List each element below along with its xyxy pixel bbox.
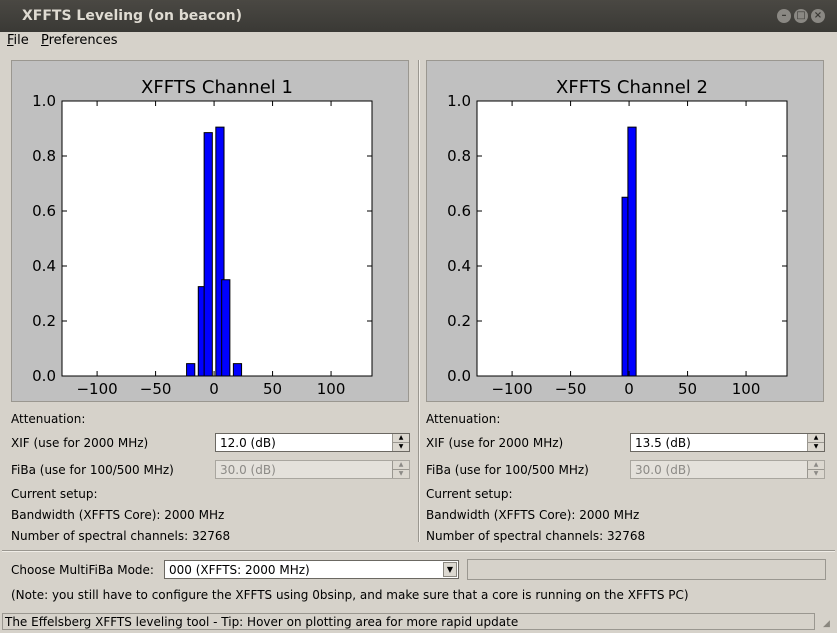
fiba-label: FiBa (use for 100/500 MHz)	[11, 463, 174, 477]
x-tick-label: 100	[317, 380, 346, 398]
x-tick-label: 0	[624, 380, 634, 398]
fiba-spinbox: 30.0 (dB) ▲ ▼	[215, 460, 410, 479]
bar	[203, 132, 213, 377]
window-controls: – □ ×	[777, 9, 825, 23]
x-tick-label: 100	[732, 380, 761, 398]
chart-title: XFFTS Channel 1	[141, 77, 293, 98]
multifiba-mode-select[interactable]: 000 (XFFTS: 2000 MHz) ▼	[164, 560, 459, 579]
bar	[186, 363, 196, 377]
fiba-label: FiBa (use for 100/500 MHz)	[426, 463, 589, 477]
menu-file[interactable]: File	[7, 33, 29, 48]
chevron-down-icon[interactable]: ▼	[443, 562, 457, 577]
xif-value: 12.0 (dB)	[220, 436, 276, 450]
step-up-icon: ▲	[808, 461, 824, 470]
y-tick-label: 0.4	[32, 257, 56, 275]
menu-preferences-rest: references	[48, 33, 118, 48]
x-tick-label: −100	[76, 380, 117, 398]
y-tick-label: 0.4	[447, 257, 471, 275]
fiba-value: 30.0 (dB)	[635, 463, 691, 477]
y-tick-label: 0.0	[32, 367, 56, 385]
y-tick-label: 1.0	[447, 92, 471, 110]
y-tick-label: 0.8	[447, 147, 471, 165]
setup-label: Current setup:	[426, 487, 513, 501]
y-tick-label: 1.0	[32, 92, 56, 110]
mode-label: Choose MultiFiBa Mode:	[11, 563, 154, 577]
menu-preferences[interactable]: Preferences	[41, 33, 117, 48]
xif-spinbox[interactable]: 12.0 (dB) ▲ ▼	[215, 433, 410, 452]
setup-label: Current setup:	[11, 487, 98, 501]
channel-1-panel: XFFTS Channel 1 −100 −50 0 50 100 0.0 0.2 0.4 0.6…	[11, 55, 411, 543]
x-tick-label: −100	[491, 380, 532, 398]
fiba-spinbox: 30.0 (dB) ▲ ▼	[630, 460, 825, 479]
attenuation-label: Attenuation:	[426, 412, 501, 426]
step-down-icon: ▼	[813, 470, 819, 477]
xif-label: XIF (use for 2000 MHz)	[426, 436, 564, 450]
status-text: The Effelsberg XFFTS leveling tool - Tip…	[5, 615, 519, 629]
x-tick-label: −50	[140, 380, 172, 398]
close-icon[interactable]: ×	[811, 9, 825, 23]
fiba-stepper: ▲ ▼	[807, 461, 824, 478]
config-note: (Note: you still have to configure the X…	[11, 588, 689, 602]
fiba-stepper: ▲ ▼	[392, 461, 409, 478]
spectral-channels-text: Number of spectral channels: 32768	[426, 529, 646, 543]
x-tick-label: 50	[263, 380, 282, 398]
mode-selected-value: 000 (XFFTS: 2000 MHz)	[169, 563, 310, 577]
y-tick-label: 0.0	[447, 367, 471, 385]
menu-bar: File Preferences	[0, 32, 837, 50]
x-tick-label: 50	[678, 380, 697, 398]
channel-2-chart: XFFTS Channel 2 −100 −50 0 50 100 0.0 0.2 0.4 0.6…	[447, 77, 788, 398]
channel-2-plot[interactable]: XFFTS Channel 2 −100 −50 0 50 100 0.0 0.2 0.4 0.6…	[426, 60, 824, 402]
mode-info-box	[467, 559, 826, 580]
channel-1-plot[interactable]: XFFTS Channel 1 −100 −50 0 50 100 0.0 0.2 0.4 0.6…	[11, 60, 409, 402]
x-tick-label: −50	[555, 380, 587, 398]
window-title: XFFTS Leveling (on beacon)	[22, 8, 243, 24]
status-bar: The Effelsberg XFFTS leveling tool - Tip…	[2, 613, 815, 630]
section-divider	[2, 550, 835, 552]
title-bar: XFFTS Leveling (on beacon) – □ ×	[0, 0, 837, 32]
step-up-icon: ▲	[393, 461, 409, 470]
chart-title: XFFTS Channel 2	[556, 77, 708, 98]
step-up-icon[interactable]: ▲	[393, 434, 409, 443]
channel-2-panel: XFFTS Channel 2 −100 −50 0 50 100 0.0 0.2 0.4 0.6…	[426, 55, 826, 543]
step-up-icon[interactable]: ▲	[808, 434, 824, 443]
xif-label: XIF (use for 2000 MHz)	[11, 436, 149, 450]
xif-spinbox[interactable]: 13.5 (dB) ▲ ▼	[630, 433, 825, 452]
bandwidth-text: Bandwidth (XFFTS Core): 2000 MHz	[426, 508, 640, 522]
y-tick-label: 0.6	[32, 202, 56, 220]
step-down-icon: ▼	[398, 470, 404, 477]
fiba-value: 30.0 (dB)	[220, 463, 276, 477]
xif-value: 13.5 (dB)	[635, 436, 691, 450]
minimize-icon[interactable]: –	[777, 9, 791, 23]
bar	[221, 279, 231, 377]
bar	[627, 126, 637, 377]
bar	[232, 363, 243, 377]
y-tick-label: 0.2	[32, 312, 56, 330]
y-tick-label: 0.6	[447, 202, 471, 220]
y-tick-label: 0.8	[32, 147, 56, 165]
attenuation-label: Attenuation:	[11, 412, 86, 426]
xif-stepper[interactable]: ▲ ▼	[807, 434, 824, 451]
xif-stepper[interactable]: ▲ ▼	[392, 434, 409, 451]
bandwidth-text: Bandwidth (XFFTS Core): 2000 MHz	[11, 508, 225, 522]
x-tick-label: 0	[209, 380, 219, 398]
channel-1-chart: XFFTS Channel 1 −100 −50 0 50 100 0.0 0.2 0.4 0.6…	[32, 77, 373, 398]
step-down-icon[interactable]: ▼	[808, 443, 824, 451]
spectral-channels-text: Number of spectral channels: 32768	[11, 529, 231, 543]
y-tick-label: 0.2	[447, 312, 471, 330]
resize-grip-icon[interactable]: ◢	[823, 619, 833, 629]
panel-divider	[418, 60, 420, 542]
menu-preferences-mnemonic: P	[41, 33, 49, 48]
step-down-icon[interactable]: ▼	[393, 443, 409, 451]
menu-file-rest: ile	[13, 33, 29, 48]
maximize-icon[interactable]: □	[794, 9, 808, 23]
